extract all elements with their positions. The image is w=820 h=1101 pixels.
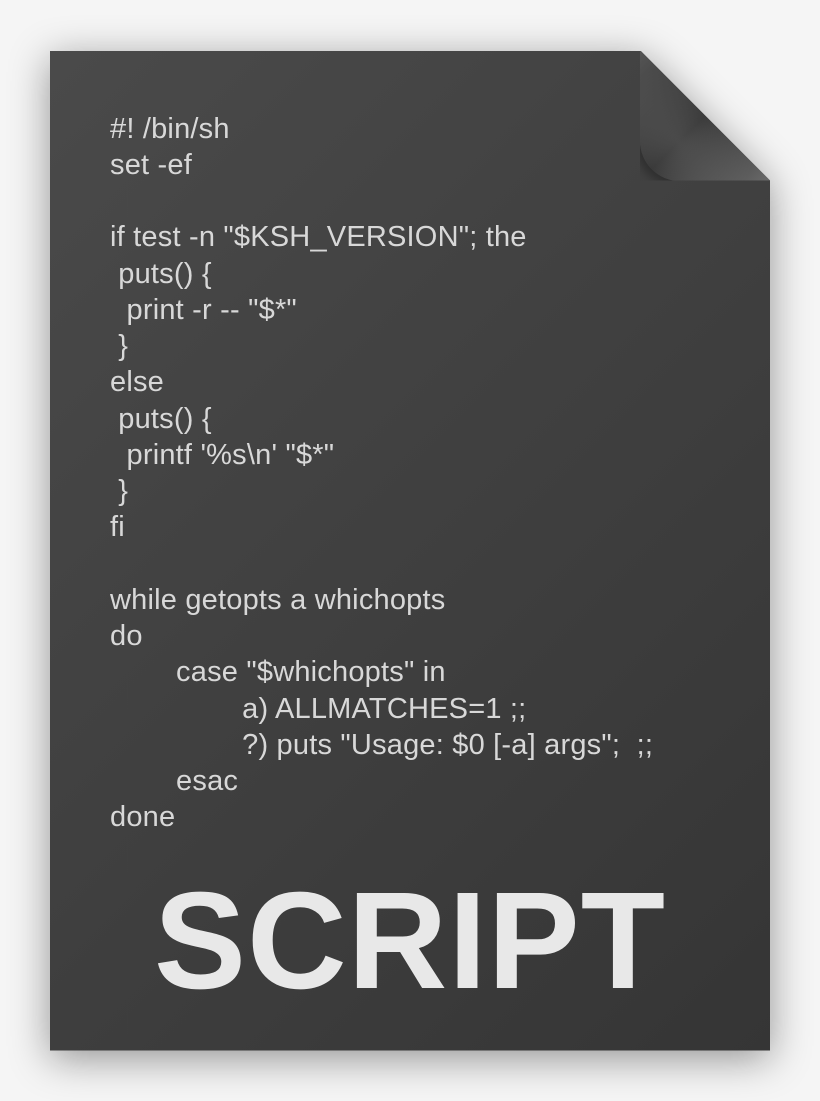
page-body: #! /bin/sh set -ef if test -n "$KSH_VERS… [50, 51, 770, 1051]
page-fold-corner [640, 51, 770, 181]
file-type-label: SCRIPT [50, 862, 770, 1021]
script-file-icon: #! /bin/sh set -ef if test -n "$KSH_VERS… [50, 51, 770, 1051]
script-code-content: #! /bin/sh set -ef if test -n "$KSH_VERS… [110, 111, 720, 836]
